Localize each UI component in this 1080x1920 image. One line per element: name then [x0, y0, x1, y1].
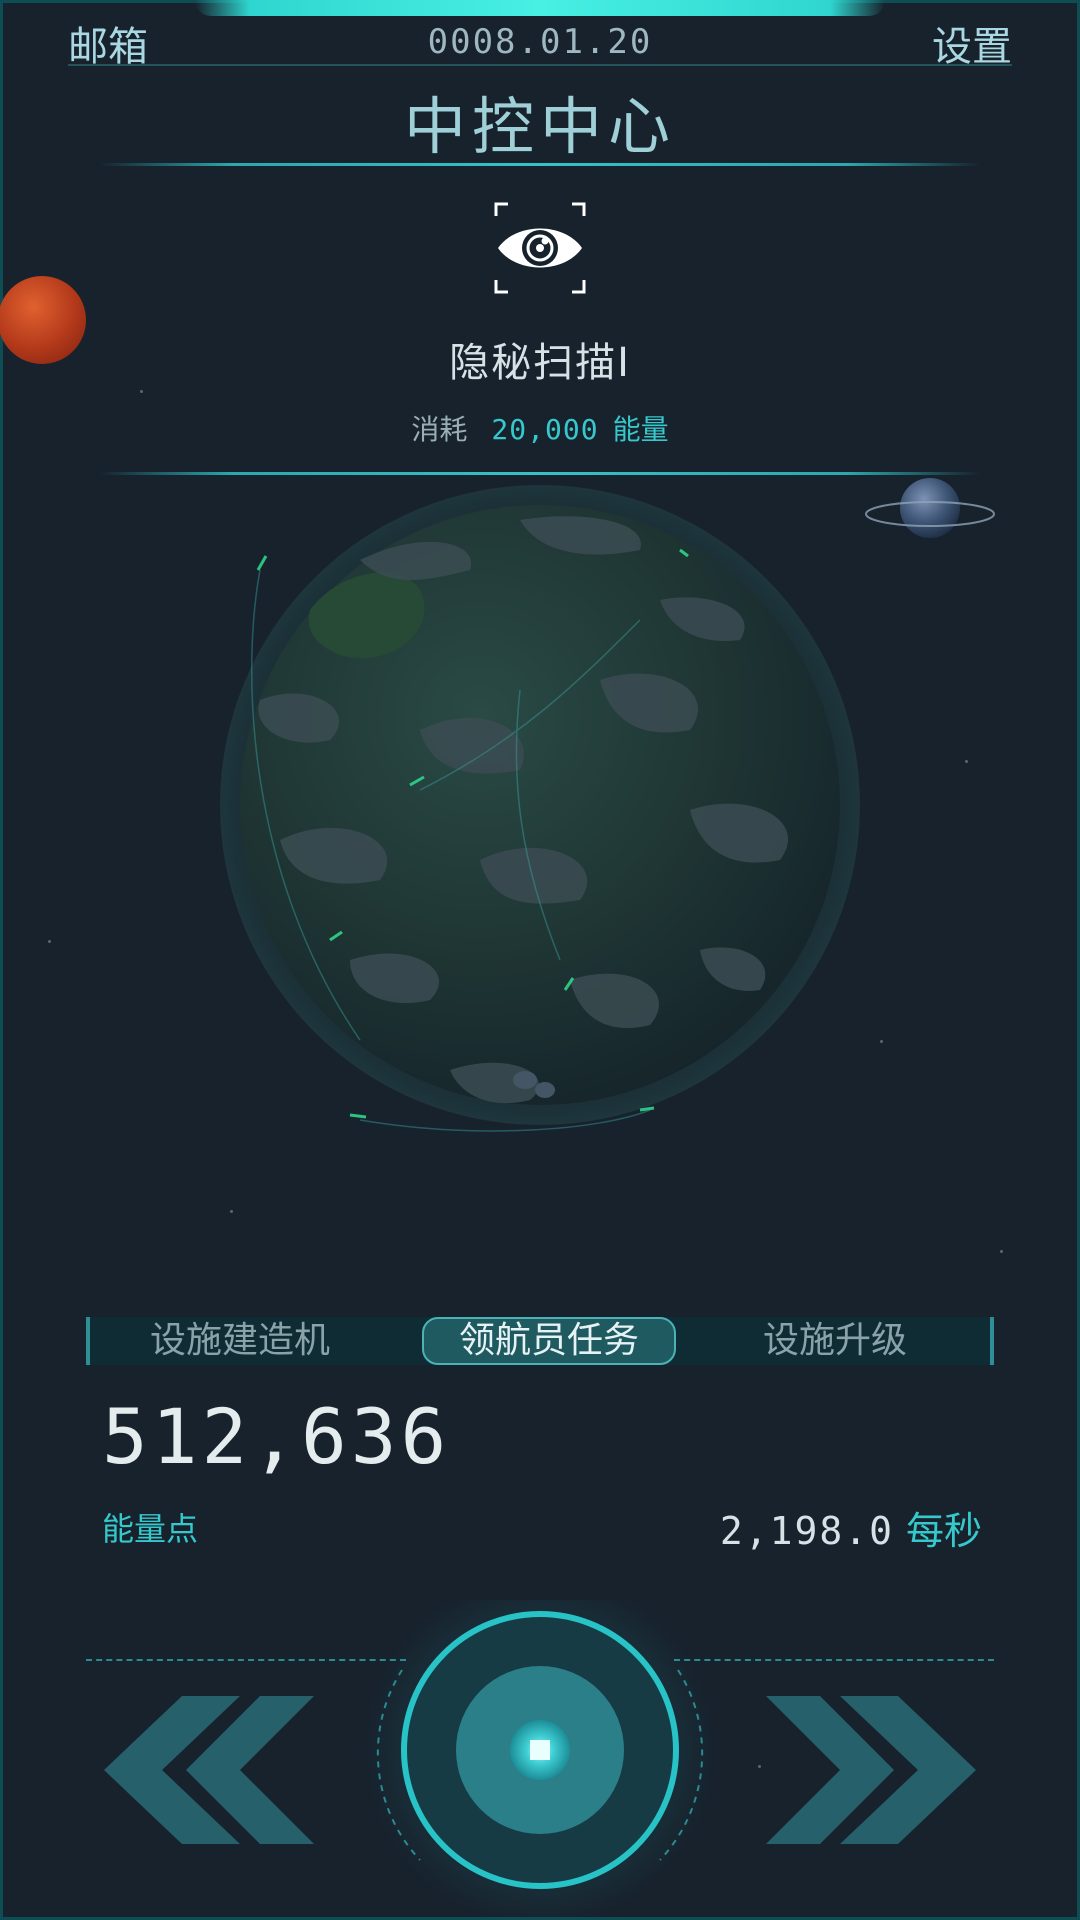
dashed-line-left — [86, 1659, 406, 1661]
top-bar: 邮箱 0008.01.20 设置 — [0, 0, 1080, 70]
header-divider — [68, 64, 1012, 66]
title-divider — [100, 163, 980, 166]
star — [1000, 1250, 1003, 1253]
double-chevron-right-icon[interactable] — [760, 1690, 980, 1850]
energy-rate: 2,198.0 每秒 — [720, 1500, 982, 1555]
star — [140, 390, 143, 393]
dashed-line-right — [674, 1659, 994, 1661]
star — [48, 940, 51, 943]
cost-label: 消耗 — [411, 413, 468, 446]
eye-scan-icon[interactable] — [492, 200, 588, 296]
rate-value: 2,198.0 — [719, 1509, 894, 1553]
tab-navigator-missions[interactable]: 领航员任务 — [422, 1317, 676, 1365]
energy-amount: 512,636 — [102, 1392, 451, 1481]
rate-unit: 每秒 — [905, 1509, 982, 1553]
star — [230, 1210, 233, 1213]
skill-cost: 消耗 20,000 能量 — [0, 408, 1080, 448]
energy-label: 能量点 — [102, 1510, 199, 1548]
skill-name: 隐秘扫描I — [449, 340, 631, 386]
star — [965, 760, 968, 763]
tab-facility-builder[interactable]: 设施建造机 — [120, 1317, 360, 1365]
tab-bar: 设施建造机 领航员任务 设施升级 — [86, 1317, 994, 1365]
tab-facility-upgrade[interactable]: 设施升级 — [720, 1317, 950, 1365]
ringed-planet — [865, 478, 995, 538]
game-date: 0008.01.20 — [427, 22, 653, 62]
main-planet[interactable] — [220, 480, 860, 1140]
center-action-button[interactable] — [360, 1600, 720, 1920]
red-planet — [0, 276, 86, 364]
page-title: 中控中心 — [403, 90, 676, 163]
cost-unit: 能量 — [612, 413, 669, 446]
star — [880, 1040, 883, 1043]
skill-divider — [100, 472, 980, 475]
double-chevron-left-icon[interactable] — [100, 1690, 320, 1850]
stop-square-icon — [530, 1740, 550, 1760]
cost-value: 20,000 — [491, 413, 599, 446]
